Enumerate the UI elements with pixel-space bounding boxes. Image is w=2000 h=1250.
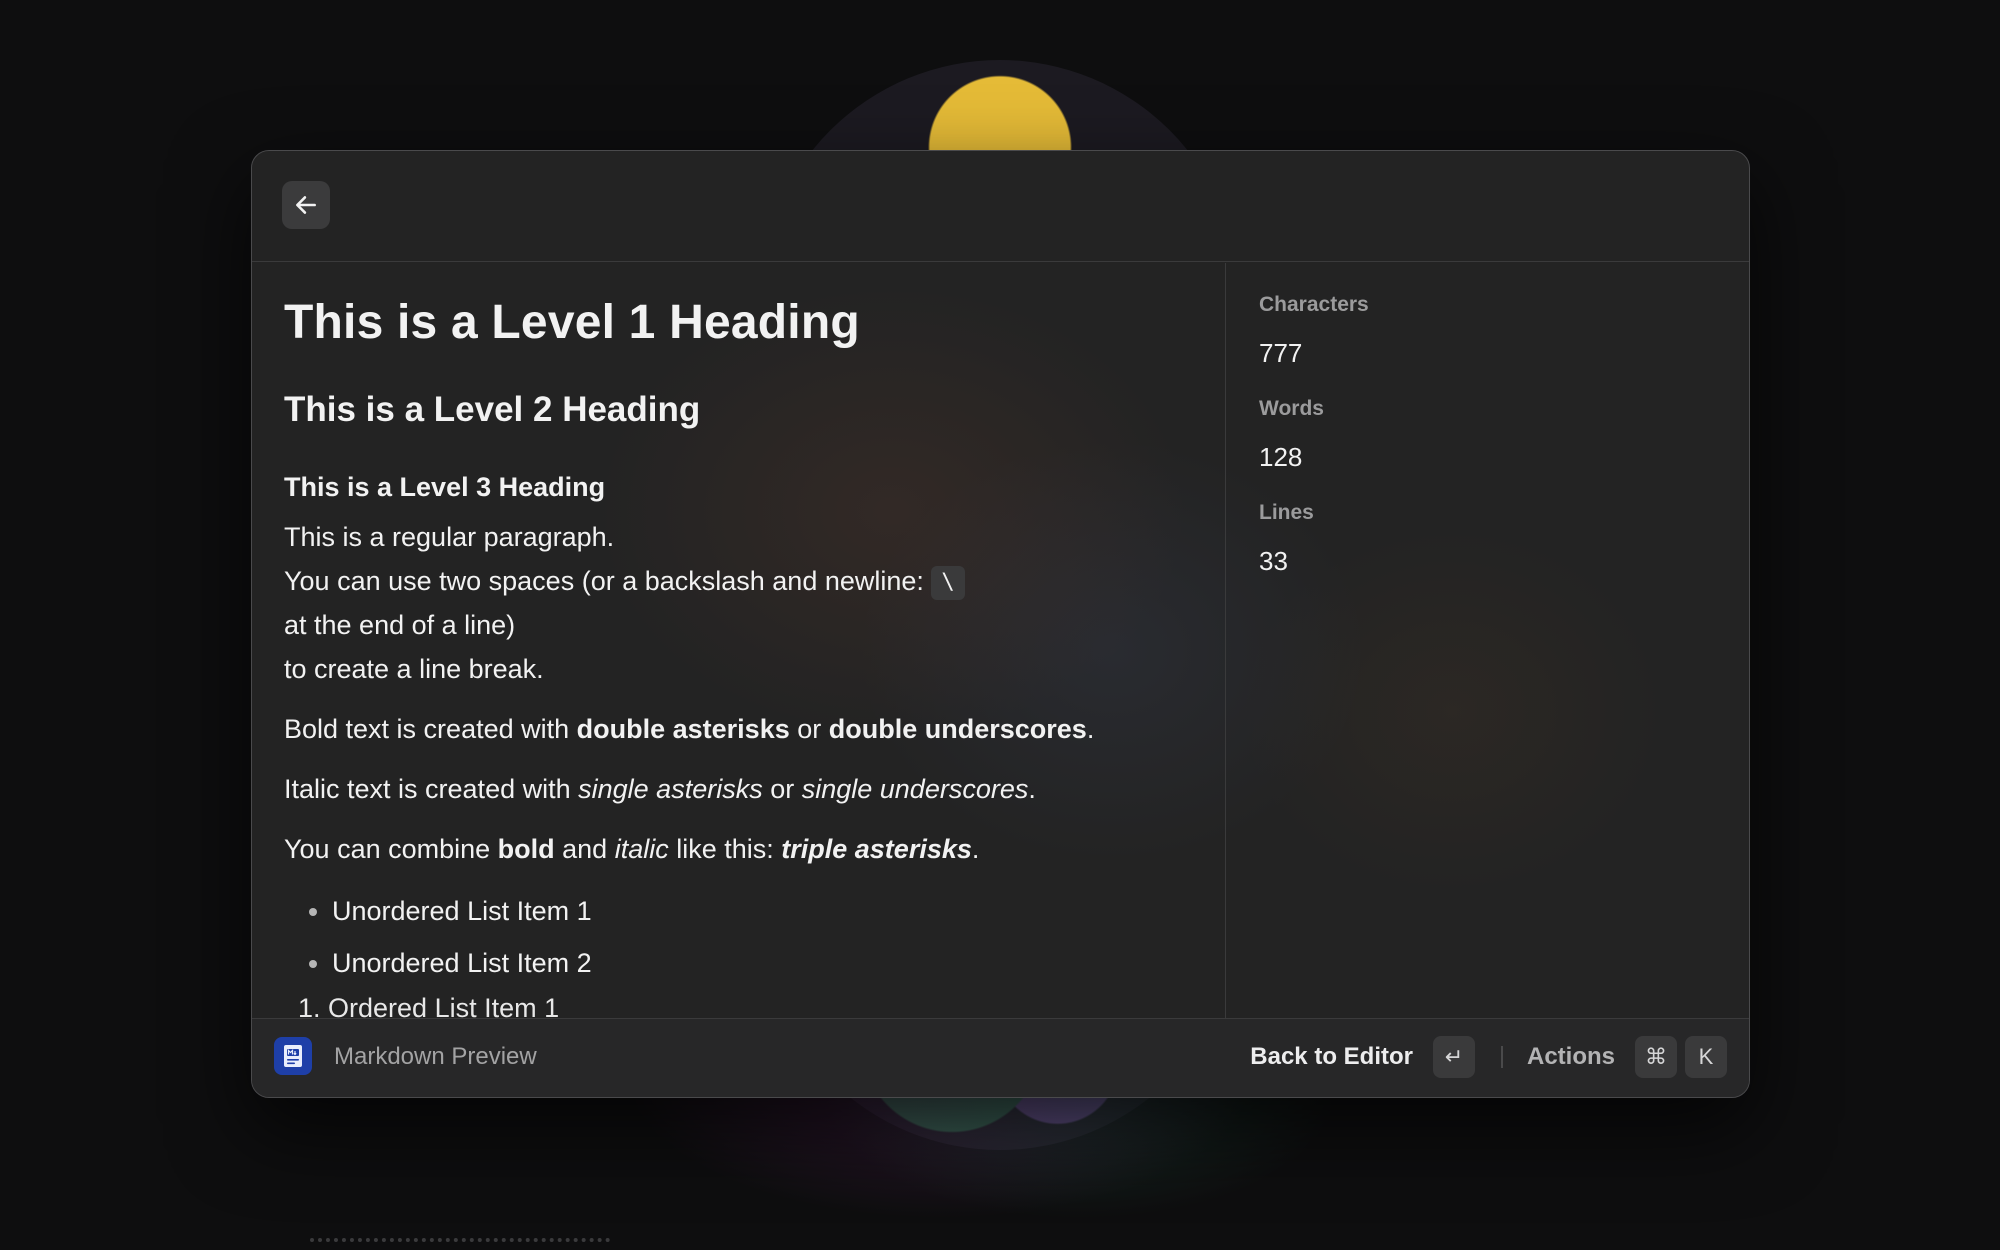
text: and	[554, 834, 615, 864]
stat-label: Characters	[1259, 293, 1369, 316]
k-key-hint[interactable]: K	[1685, 1036, 1727, 1078]
stat-label: Lines	[1259, 501, 1314, 524]
actions-button[interactable]: Actions	[1527, 1043, 1615, 1071]
text: Bold text is created with	[284, 714, 577, 744]
text: or	[789, 714, 829, 744]
stat-lines: Lines 33	[1259, 499, 1719, 578]
unordered-list: Unordered List Item 1 Unordered List Ite…	[284, 885, 1193, 989]
action-bar: Markdown Preview Back to Editor ↵ Action…	[252, 1018, 1749, 1097]
markdown-preview-window: This is a Level 1 Heading This is a Leve…	[251, 150, 1750, 1098]
paragraph-line: to create a line break.	[284, 654, 544, 684]
stat-value: 777	[1259, 338, 1303, 368]
bold-text: bold	[497, 834, 555, 864]
paragraph-italic: Italic text is created with single aster…	[284, 767, 1193, 811]
enter-key-hint[interactable]: ↵	[1432, 1036, 1475, 1078]
list-item: Unordered List Item 1	[332, 885, 1193, 937]
inline-code: \	[931, 565, 965, 600]
text: .	[1086, 714, 1095, 744]
stat-value: 128	[1259, 442, 1303, 472]
text: .	[1028, 774, 1036, 804]
heading-level-2: This is a Level 2 Heading	[284, 390, 701, 429]
italic-text: single underscores	[801, 774, 1029, 804]
list-item: Unordered List Item 2	[332, 937, 1193, 989]
document-stats-panel: Characters 777 Words 128 Lines 33	[1259, 291, 1719, 603]
stat-characters: Characters 777	[1259, 291, 1719, 370]
heading-level-1: This is a Level 1 Heading	[284, 296, 860, 349]
paragraph-line-breaks: This is a regular paragraph. You can use…	[284, 515, 1193, 691]
background-text-blur	[310, 1238, 610, 1248]
back-to-editor-button[interactable]: Back to Editor	[1250, 1043, 1413, 1071]
bold-italic-text: triple asterisks	[781, 834, 972, 864]
paragraph-bold: Bold text is created with double asteris…	[284, 707, 1193, 751]
text: or	[762, 774, 802, 804]
italic-text: single asterisks	[578, 774, 763, 804]
bold-text: double asterisks	[576, 714, 790, 744]
markdown-document-icon	[274, 1037, 312, 1075]
arrow-left-icon	[296, 196, 316, 214]
paragraph-text: You can use two spaces (or a backslash a…	[284, 566, 932, 596]
text: You can combine	[284, 834, 498, 864]
stat-label: Words	[1259, 397, 1324, 420]
stat-value: 33	[1259, 546, 1288, 576]
text: .	[971, 834, 980, 864]
paragraph-line: You can use two spaces (or a backslash a…	[284, 559, 1193, 603]
bold-text: double underscores	[828, 714, 1087, 744]
back-button[interactable]	[282, 181, 330, 229]
text: like this:	[668, 834, 782, 864]
command-key-hint[interactable]: ⌘	[1635, 1036, 1677, 1078]
heading-level-3: This is a Level 3 Heading	[284, 472, 606, 502]
paragraph-line: This is a regular paragraph.	[284, 522, 615, 552]
command-title: Markdown Preview	[334, 1043, 537, 1070]
text: Italic text is created with	[284, 774, 579, 804]
markdown-preview-pane[interactable]: This is a Level 1 Heading This is a Leve…	[252, 263, 1226, 1018]
window-toolbar	[252, 151, 1749, 262]
divider	[1500, 1046, 1503, 1068]
paragraph-combined: You can combine bold and italic like thi…	[284, 827, 1193, 871]
action-bar-right: Back to Editor ↵ Actions ⌘ K	[1250, 1035, 1727, 1079]
paragraph-line: at the end of a line)	[284, 610, 516, 640]
italic-text: italic	[614, 834, 669, 864]
ordered-list-item-cutoff: 1. Ordered List Item 1	[298, 993, 560, 1018]
stat-words: Words 128	[1259, 395, 1719, 474]
desktop: This is a Level 1 Heading This is a Leve…	[0, 0, 2000, 1250]
